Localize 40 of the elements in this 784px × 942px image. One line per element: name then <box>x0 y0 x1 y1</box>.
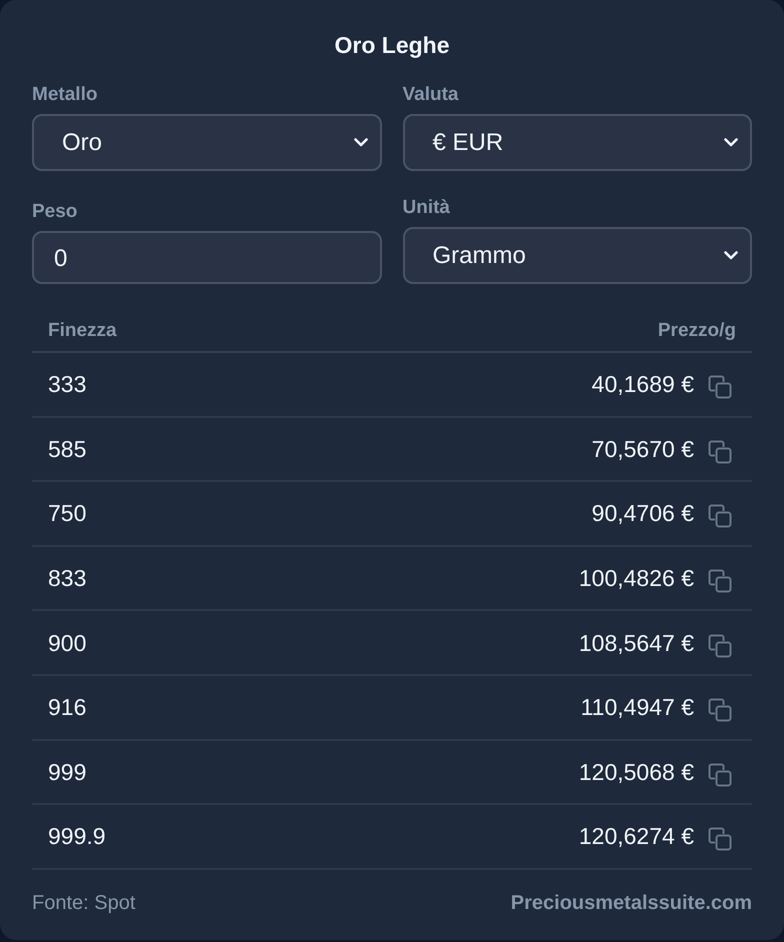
website-link[interactable]: Preciousmetalssuite.com <box>510 892 752 915</box>
table-cell: 120,5068 € <box>578 758 694 786</box>
copy-icon[interactable] <box>708 440 732 464</box>
field-label: Metallo <box>32 83 98 107</box>
dropdown[interactable]: Grammo <box>402 227 752 284</box>
table-cell: 100,4826 € <box>578 564 694 592</box>
table-cell: 750 <box>48 499 86 528</box>
table-cell: 108,5647 € <box>578 628 694 657</box>
table-cell: 916 <box>48 693 86 722</box>
copy-icon[interactable] <box>708 698 732 722</box>
chevron-down-icon <box>724 251 738 260</box>
table-cell: 999 <box>48 758 86 786</box>
table-cell: 90,4706 € <box>592 499 694 528</box>
card-title: Oro Leghe <box>333 31 450 60</box>
table-cell: 110,4947 € <box>580 693 694 722</box>
table-cell: 999.9 <box>48 822 106 850</box>
chevron-down-icon <box>354 138 368 147</box>
copy-icon[interactable] <box>708 375 732 400</box>
table-cell: 833 <box>48 564 86 592</box>
copy-icon[interactable] <box>708 504 732 528</box>
table-cell: 120,6274 € <box>578 822 694 850</box>
table-cell: 40,1689 € <box>592 370 694 398</box>
copy-icon[interactable] <box>708 827 732 852</box>
field-label: Valuta <box>402 83 460 107</box>
column-header: Finezza <box>48 319 117 343</box>
source-note: Fonte: Spot <box>32 892 136 915</box>
table-cell: 70,5670 € <box>592 434 694 463</box>
copy-icon[interactable] <box>708 762 732 787</box>
column-header: Prezzo/g <box>658 319 736 343</box>
dropdown[interactable]: Oro <box>32 114 382 171</box>
dropdown[interactable]: € EUR <box>402 114 752 171</box>
table-cell: 585 <box>48 434 86 463</box>
field-label: Peso <box>32 200 78 224</box>
copy-icon[interactable] <box>708 569 732 594</box>
table-cell: 900 <box>48 628 86 657</box>
chevron-down-icon <box>724 138 738 147</box>
input-field[interactable]: 0 <box>32 231 382 284</box>
copy-icon[interactable] <box>708 634 732 658</box>
table-cell: 333 <box>48 370 86 398</box>
field-label: Unità <box>402 196 451 220</box>
